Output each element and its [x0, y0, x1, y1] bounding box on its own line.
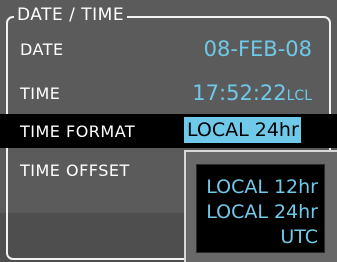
time-value: 17:52:22LCL: [192, 81, 312, 105]
time-offset-label: TIME OFFSET: [20, 161, 130, 180]
date-label: DATE: [20, 40, 64, 59]
date-value: 08-FEB-08: [203, 37, 312, 61]
time-row[interactable]: TIME 17:52:22LCL: [0, 76, 337, 110]
time-format-selected-value[interactable]: LOCAL 24hr: [184, 117, 301, 143]
time-label: TIME: [20, 84, 61, 103]
option-local-12hr[interactable]: LOCAL 12hr: [206, 176, 318, 198]
option-local-24hr[interactable]: LOCAL 24hr: [206, 201, 318, 223]
date-row[interactable]: DATE 08-FEB-08: [0, 32, 337, 66]
time-format-row[interactable]: TIME FORMAT LOCAL 24hr: [0, 114, 337, 148]
time-format-dropdown: LOCAL 12hr LOCAL 24hr UTC: [184, 150, 337, 262]
group-title: DATE / TIME: [14, 5, 128, 25]
time-format-label: TIME FORMAT: [20, 122, 136, 141]
time-suffix: LCL: [286, 88, 312, 104]
option-utc[interactable]: UTC: [280, 226, 318, 248]
time-format-options-list: LOCAL 12hr LOCAL 24hr UTC: [196, 164, 325, 253]
date-time-page: DATE / TIME DATE 08-FEB-08 TIME 17:52:22…: [0, 0, 337, 262]
